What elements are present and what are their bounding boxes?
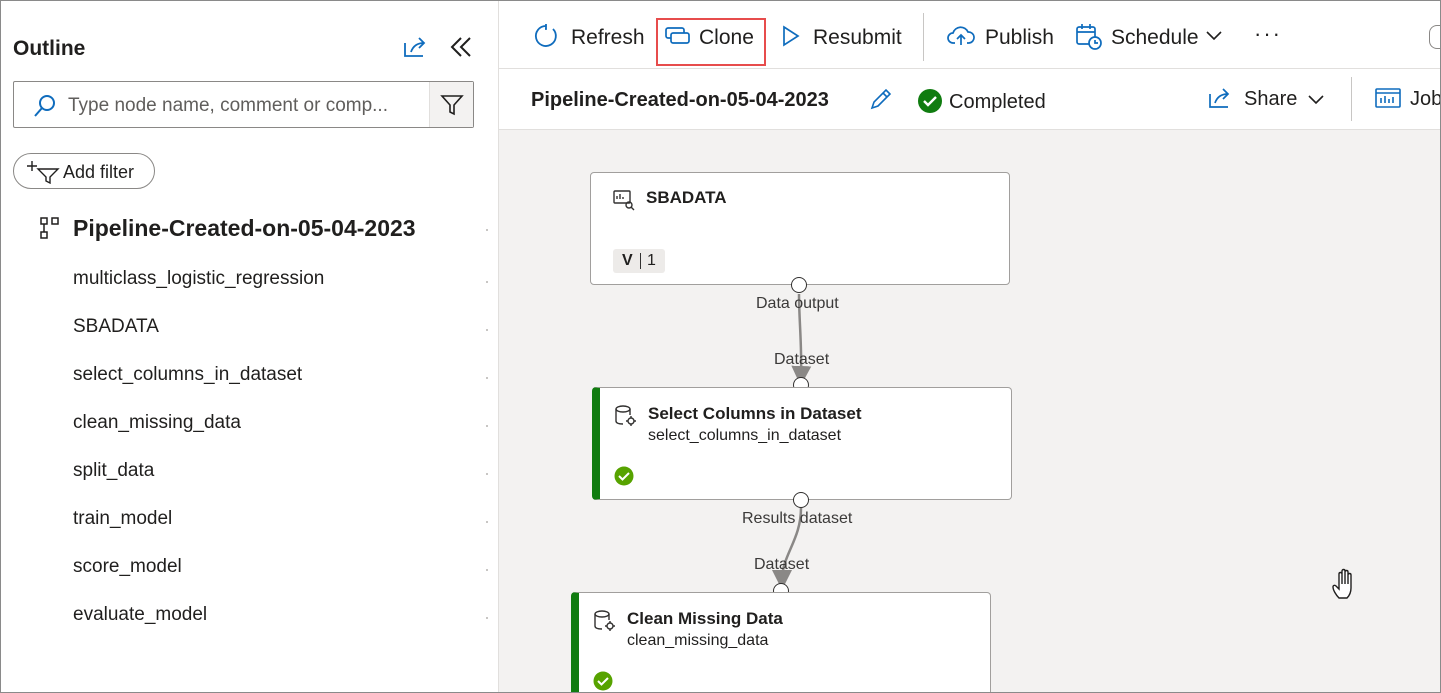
job-overview-icon [1375, 88, 1401, 108]
tree-item-menu-dot [486, 521, 488, 523]
chevron-down-icon [1308, 95, 1324, 105]
share-label: Share [1244, 88, 1298, 110]
schedule-dropdown[interactable]: Schedule [1075, 19, 1225, 55]
port-label: Dataset [774, 351, 830, 368]
resubmit-label: Resubmit [813, 26, 902, 49]
pipeline-canvas[interactable]: SBADATA V 1 Data output Dataset Select C… [499, 130, 1440, 692]
clone-icon [665, 27, 690, 44]
tree-item[interactable]: score_model [73, 556, 182, 578]
pipeline-tree-icon [40, 217, 59, 239]
chevron-down-icon [1206, 31, 1222, 41]
node-title: SBADATA [646, 188, 727, 207]
node-clean-missing-data[interactable]: Clean Missing Data clean_missing_data [571, 592, 991, 692]
refresh-label: Refresh [571, 26, 645, 49]
collapse-panel-icon[interactable] [447, 33, 475, 61]
node-search-input[interactable]: Type node name, comment or comp... [13, 81, 474, 128]
share-dropdown[interactable]: Share [1207, 85, 1329, 115]
outline-title: Outline [13, 37, 86, 60]
tree-item-menu-dot [486, 377, 488, 379]
search-icon [34, 95, 55, 117]
tree-item-menu-dot [486, 425, 488, 427]
clone-label: Clone [699, 26, 754, 49]
tree-item[interactable]: split_data [73, 460, 154, 482]
search-placeholder: Type node name, comment or comp... [68, 95, 388, 116]
module-database-gear-icon [594, 610, 615, 631]
pipeline-title: Pipeline-Created-on-05-04-2023 [531, 89, 829, 111]
version-number: 1 [647, 252, 656, 269]
success-check-icon [593, 671, 613, 691]
outline-panel: Outline Type node name, comment or comp.… [1, 1, 499, 692]
resubmit-button[interactable]: Resubmit [781, 19, 902, 55]
publish-label: Publish [985, 26, 1054, 49]
tree-item[interactable]: SBADATA [73, 316, 159, 338]
output-port[interactable] [791, 277, 807, 293]
completed-check-icon [918, 89, 942, 113]
tree-item-menu-dot [486, 473, 488, 475]
add-filter-icon [27, 161, 60, 184]
header-divider [1351, 77, 1352, 121]
tree-item-menu-dot [486, 617, 488, 619]
clone-button[interactable]: Clone [665, 19, 761, 55]
cloud-upload-icon [947, 26, 975, 45]
tree-item-menu-dot [486, 229, 488, 231]
node-title: Clean Missing Data [627, 609, 783, 628]
command-toolbar: Refresh Clone Resubmit Publish Schedule … [499, 1, 1440, 69]
hand-cursor-icon [1332, 568, 1352, 599]
port-label: Dataset [754, 556, 810, 573]
version-badge: V 1 [613, 249, 665, 273]
tree-item-menu-dot [486, 329, 488, 331]
add-filter-button[interactable]: Add filter [13, 153, 155, 189]
node-select-columns[interactable]: Select Columns in Dataset select_columns… [592, 387, 1012, 500]
more-actions-button[interactable]: ··· [1254, 21, 1282, 47]
node-subtitle: clean_missing_data [627, 632, 769, 649]
refresh-icon [534, 24, 557, 47]
tree-item[interactable]: clean_missing_data [73, 412, 241, 434]
status-label: Completed [949, 91, 1046, 113]
tree-root-label: Pipeline-Created-on-05-04-2023 [73, 215, 416, 241]
module-database-gear-icon [615, 405, 636, 426]
add-filter-label: Add filter [63, 162, 135, 182]
toolbar-overflow-fragment [1429, 25, 1440, 49]
node-title: Select Columns in Dataset [648, 404, 862, 423]
play-icon [783, 25, 800, 47]
filter-icon [440, 95, 464, 116]
share-outline-icon[interactable] [401, 33, 429, 61]
dataset-monitor-icon [613, 190, 635, 211]
version-label: V [622, 252, 633, 269]
version-divider [640, 253, 641, 269]
tree-item-menu-dot [486, 281, 488, 283]
schedule-label: Schedule [1111, 26, 1199, 49]
port-label: Results dataset [742, 510, 853, 527]
app-window: Outline Type node name, comment or comp.… [0, 0, 1441, 693]
pipeline-header: Pipeline-Created-on-05-04-2023 Completed… [499, 69, 1441, 130]
jobs-label: Job [1410, 88, 1441, 110]
tree-item[interactable]: train_model [73, 508, 172, 530]
success-check-icon [614, 466, 634, 486]
tree-item[interactable]: select_columns_in_dataset [73, 364, 302, 386]
calendar-clock-icon [1076, 24, 1102, 50]
tree-item-menu-dot [486, 569, 488, 571]
edit-pencil-icon[interactable] [869, 87, 893, 111]
filter-button[interactable] [429, 82, 473, 127]
tree-item[interactable]: multiclass_logistic_regression [73, 268, 324, 290]
share-icon [1209, 88, 1230, 108]
toolbar-divider [923, 13, 924, 61]
publish-button[interactable]: Publish [947, 19, 1057, 55]
tree-item[interactable]: evaluate_model [73, 604, 207, 626]
node-sbadata[interactable]: SBADATA V 1 [590, 172, 1010, 285]
output-port[interactable] [793, 492, 809, 508]
node-subtitle: select_columns_in_dataset [648, 427, 842, 444]
port-label: Data output [756, 295, 839, 312]
refresh-button[interactable]: Refresh [533, 19, 645, 55]
